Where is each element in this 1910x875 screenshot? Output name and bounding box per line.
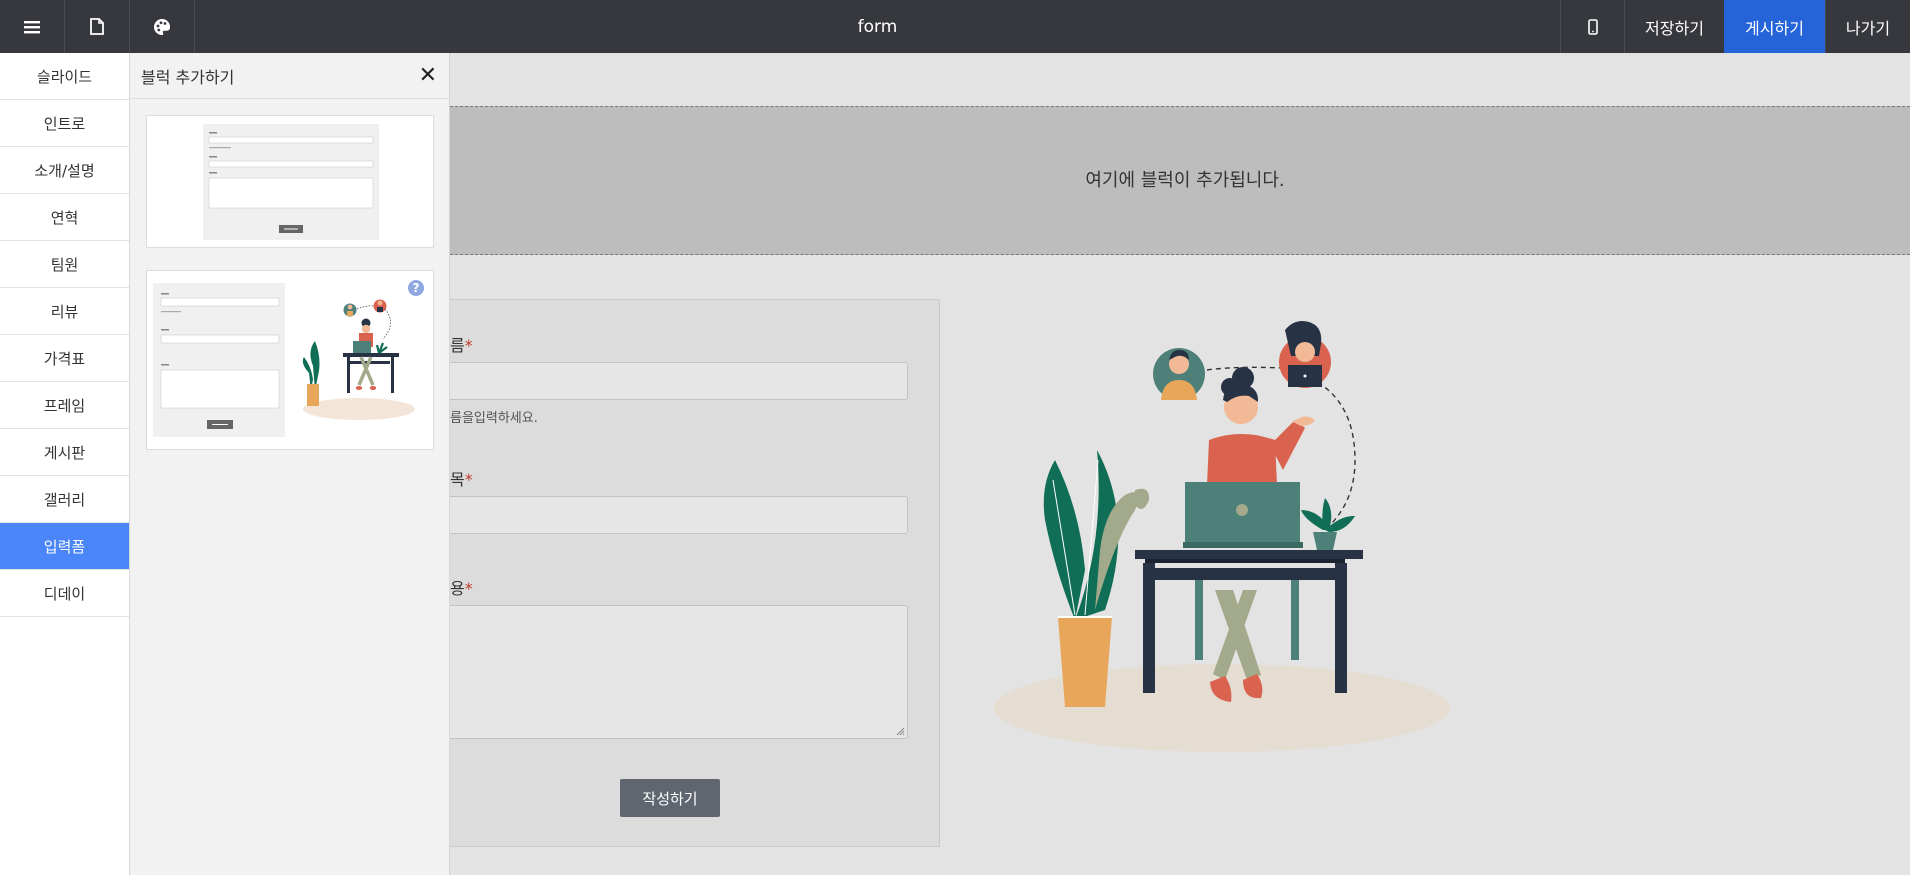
- connector-line: [1309, 377, 1356, 526]
- svg-text:?: ?: [413, 281, 420, 295]
- category-item-gallery[interactable]: 갤러리: [0, 476, 129, 523]
- form-preview: 름* 름을입력하세요. 목* 용* 작성하기: [450, 299, 940, 847]
- category-item-intro[interactable]: 인트로: [0, 100, 129, 147]
- mobile-preview-button[interactable]: [1560, 0, 1624, 53]
- avatar-woman: [1279, 321, 1331, 388]
- subject-label: 목*: [450, 470, 473, 489]
- category-item-history[interactable]: 연혁: [0, 194, 129, 241]
- mobile-icon: [1587, 18, 1598, 35]
- category-sidebar: 슬라이드 인트로 소개/설명 연혁 팀원 리뷰 가격표 프레임 게시판 갤러리 …: [0, 53, 130, 875]
- category-item-board[interactable]: 게시판: [0, 429, 129, 476]
- avatar-man: [1153, 348, 1205, 400]
- theme-button[interactable]: [130, 0, 195, 53]
- top-toolbar: form 저장하기 게시하기 나가기: [0, 0, 1910, 53]
- block-thumbnail-form-simple[interactable]: [146, 115, 434, 248]
- resize-handle-icon[interactable]: [896, 727, 905, 736]
- name-input[interactable]: [450, 362, 908, 400]
- category-item-about[interactable]: 소개/설명: [0, 147, 129, 194]
- name-label: 름*: [450, 336, 473, 355]
- drop-zone-text: 여기에 블럭이 추가됩니다.: [1085, 169, 1285, 191]
- page-icon: [90, 18, 104, 35]
- content-label: 용*: [450, 579, 473, 598]
- submit-button[interactable]: 작성하기: [620, 779, 720, 817]
- category-item-form[interactable]: 입력폼: [0, 523, 129, 570]
- block-add-panel: 블럭 추가하기 ✕ ?: [130, 53, 450, 875]
- category-item-review[interactable]: 리뷰: [0, 288, 129, 335]
- block-drop-zone[interactable]: 여기에 블럭이 추가됩니다.: [450, 106, 1910, 255]
- category-item-dday[interactable]: 디데이: [0, 570, 129, 617]
- name-help-text: 름을입력하세요.: [450, 411, 538, 426]
- publish-button[interactable]: 게시하기: [1724, 0, 1825, 53]
- category-item-frame[interactable]: 프레임: [0, 382, 129, 429]
- save-button[interactable]: 저장하기: [1624, 0, 1724, 53]
- question-icon[interactable]: ?: [407, 279, 425, 297]
- laptop: [1183, 482, 1303, 548]
- form-illustration-preview: [153, 283, 415, 437]
- block-thumbnail-form-illustration[interactable]: ?: [146, 270, 434, 450]
- small-plant: [1301, 498, 1355, 550]
- content-textarea[interactable]: [450, 605, 908, 739]
- category-item-pricing[interactable]: 가격표: [0, 335, 129, 382]
- page-button[interactable]: [65, 0, 130, 53]
- category-item-slide[interactable]: 슬라이드: [0, 53, 129, 100]
- subject-input[interactable]: [450, 496, 908, 534]
- menu-button[interactable]: [0, 0, 65, 53]
- block-panel-header: 블럭 추가하기 ✕: [130, 53, 449, 99]
- block-panel-title: 블럭 추가하기: [141, 67, 235, 87]
- palette-icon: [154, 18, 171, 35]
- menu-icon: [24, 20, 40, 33]
- person-at-desk-illustration: [994, 321, 1450, 752]
- exit-button[interactable]: 나가기: [1825, 0, 1910, 53]
- category-item-team[interactable]: 팀원: [0, 241, 129, 288]
- close-icon[interactable]: ✕: [419, 64, 437, 87]
- page-title: form: [857, 16, 898, 37]
- form-simple-preview: [203, 124, 379, 240]
